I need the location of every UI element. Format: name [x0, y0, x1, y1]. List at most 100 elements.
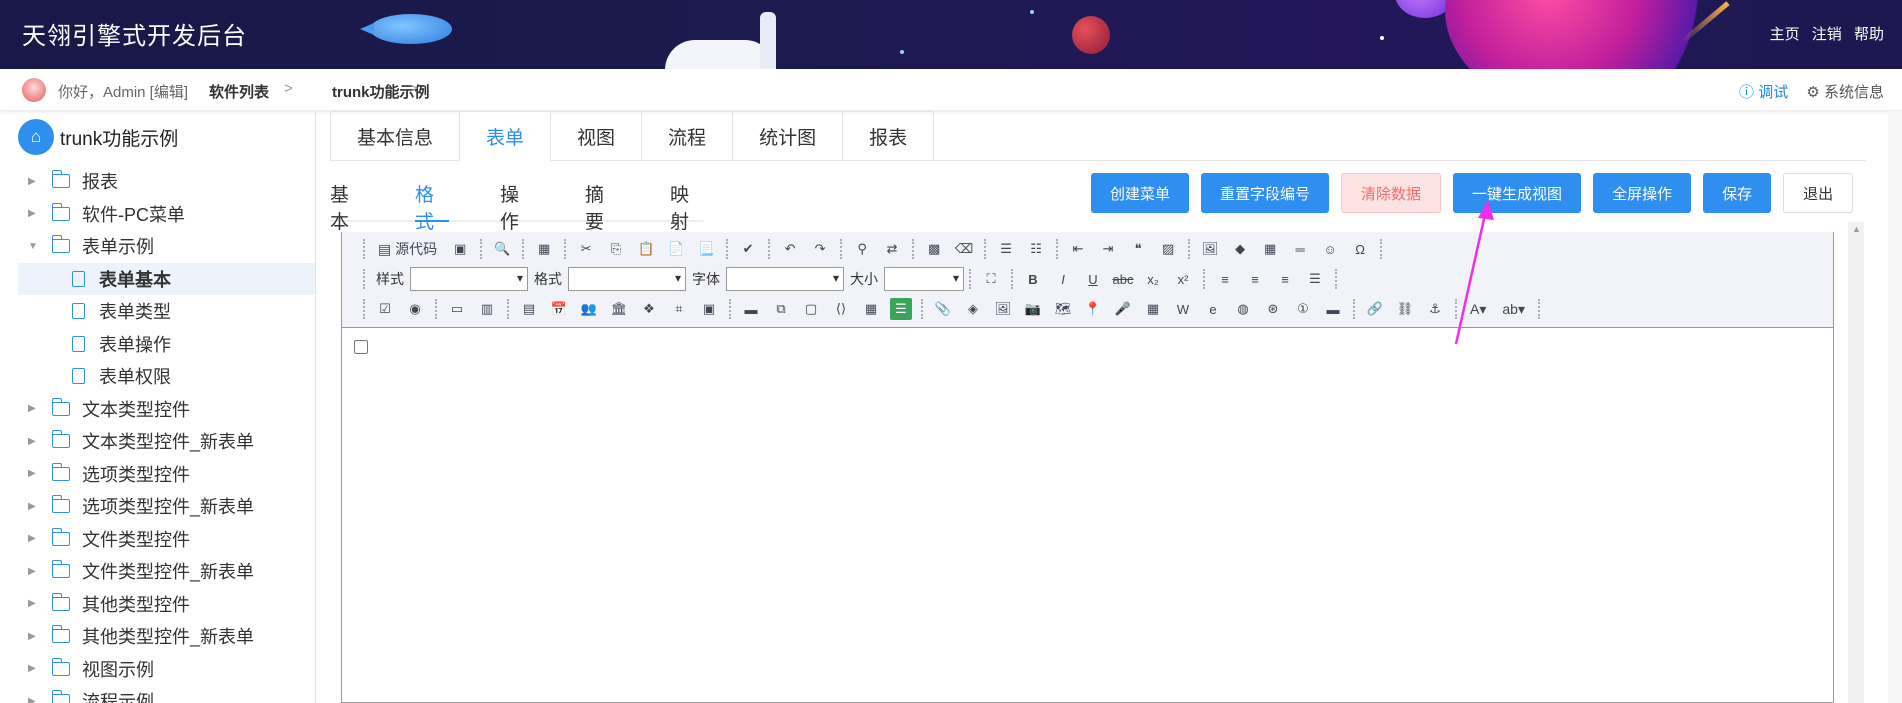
checkbox-placeholder[interactable] [354, 340, 368, 354]
replace-icon[interactable]: ⇄ [881, 238, 903, 260]
subtab-mapping[interactable]: 映射 [670, 176, 704, 233]
caret-right-icon[interactable]: ▶ [28, 598, 40, 609]
indent-icon[interactable]: ⇥ [1097, 238, 1119, 260]
caret-right-icon[interactable]: ▶ [28, 176, 40, 187]
caret-right-icon[interactable]: ▶ [28, 533, 40, 544]
counter-icon[interactable]: ① [1292, 298, 1314, 320]
redo-icon[interactable]: ↷ [809, 238, 831, 260]
superscript-button[interactable]: x² [1172, 268, 1194, 290]
user-greeting[interactable]: 你好，Admin [编辑] [58, 81, 188, 102]
div-container-icon[interactable]: ▨ [1157, 238, 1179, 260]
avatar[interactable] [22, 78, 46, 102]
caret-right-icon[interactable]: ▶ [28, 566, 40, 577]
home-link[interactable]: 主页 [1770, 26, 1800, 43]
outdent-icon[interactable]: ⇤ [1067, 238, 1089, 260]
subtab-basic[interactable]: 基本 [330, 176, 364, 233]
smiley-icon[interactable]: ☺ [1319, 238, 1341, 260]
align-right-icon[interactable]: ≡ [1274, 268, 1296, 290]
unlink-icon[interactable]: ⛓ [1394, 298, 1416, 320]
user-control-icon[interactable]: 👥 [578, 298, 600, 320]
exit-button[interactable]: 退出 [1783, 173, 1854, 213]
input-control-icon[interactable]: ▬ [740, 298, 762, 320]
source-code-button[interactable]: ▤ 源代码 [374, 238, 441, 260]
find-icon[interactable]: ⚲ [851, 238, 873, 260]
select-control-icon[interactable]: ▤ [518, 298, 540, 320]
paste-icon[interactable]: 📋 [635, 238, 657, 260]
tree-item-folder[interactable]: ▶ 流程示例 [18, 685, 315, 703]
bullet-list-icon[interactable]: ☷ [1025, 238, 1047, 260]
copy-icon[interactable]: ⎘ [605, 238, 627, 260]
dialog-control-icon[interactable]: ▣ [698, 298, 720, 320]
textarea-control-icon[interactable]: ▥ [476, 298, 498, 320]
qrcode-icon[interactable]: ▦ [1142, 298, 1164, 320]
tree-item-folder[interactable]: ▶ 文本类型控件 [18, 393, 315, 425]
image-icon[interactable]: 🖼 [1199, 238, 1221, 260]
link-icon[interactable]: 🔗 [1364, 298, 1386, 320]
subtab-summary[interactable]: 摘要 [585, 176, 619, 233]
tree-item-folder[interactable]: ▶ 报表 [18, 165, 315, 197]
editor-scrollbar[interactable] [1848, 222, 1864, 703]
maximize-icon[interactable]: ⛶ [980, 268, 1002, 290]
spellcheck-icon[interactable]: ✔ [737, 238, 759, 260]
system-info-link[interactable]: ⚙ 系统信息 [1806, 84, 1884, 101]
tab-form[interactable]: 表单 [459, 111, 552, 161]
table-icon[interactable]: ▦ [1259, 238, 1281, 260]
caret-down-icon[interactable]: ▼ [28, 241, 40, 252]
caret-right-icon[interactable]: ▶ [28, 696, 40, 703]
font-select[interactable] [726, 267, 844, 291]
size-select[interactable] [884, 267, 964, 291]
tree-item-folder[interactable]: ▶ 软件-PC菜单 [18, 198, 315, 230]
editor-canvas[interactable] [342, 328, 1833, 701]
camera-icon[interactable]: 📷 [1022, 298, 1044, 320]
special-char-icon[interactable]: Ω [1349, 238, 1371, 260]
caret-right-icon[interactable]: ▶ [28, 631, 40, 642]
fullscreen-button[interactable]: 全屏操作 [1593, 173, 1692, 213]
divider-icon[interactable]: ▬ [1322, 298, 1344, 320]
flash-icon[interactable]: ◆ [1229, 238, 1251, 260]
tree-item-folder[interactable]: ▶ 文本类型控件_新表单 [18, 425, 315, 457]
tree-item-form[interactable]: 表单操作 [18, 328, 315, 360]
debug-link[interactable]: ⓘ 调试 [1739, 84, 1788, 101]
subtab-format[interactable]: 格式 [415, 176, 449, 233]
tree-item-folder[interactable]: ▶ 视图示例 [18, 653, 315, 685]
document-icon[interactable]: ▦ [533, 238, 555, 260]
logout-link[interactable]: 注销 [1812, 26, 1842, 43]
date-control-icon[interactable]: 📅 [548, 298, 570, 320]
word-icon[interactable]: W [1172, 298, 1194, 320]
paste-text-icon[interactable]: 📄 [665, 238, 687, 260]
select-all-icon[interactable]: ▩ [923, 238, 945, 260]
tree-item-folder[interactable]: ▼ 表单示例 [18, 230, 315, 262]
format-select[interactable] [568, 267, 686, 291]
tree-item-form[interactable]: 表单类型 [18, 295, 315, 327]
calc-control-icon[interactable]: ▦ [860, 298, 882, 320]
subtab-operation[interactable]: 操作 [500, 176, 534, 233]
eraser-icon[interactable]: ⌫ [953, 238, 975, 260]
blockquote-icon[interactable]: ❝ [1127, 238, 1149, 260]
location-icon[interactable]: 📍 [1082, 298, 1104, 320]
strikethrough-button[interactable]: abc [1112, 268, 1134, 290]
templates-icon[interactable]: ▣ [449, 238, 471, 260]
checkbox-control-icon[interactable]: ☑ [374, 298, 396, 320]
preview-icon[interactable]: 🔍 [491, 238, 513, 260]
tab-chart[interactable]: 统计图 [732, 111, 844, 161]
caret-right-icon[interactable]: ▶ [28, 403, 40, 414]
horizontal-rule-icon[interactable]: ═ [1289, 238, 1311, 260]
bold-button[interactable]: B [1022, 268, 1044, 290]
subscript-button[interactable]: x₂ [1142, 268, 1164, 290]
tree-item-folder[interactable]: ▶ 选项类型控件 [18, 458, 315, 490]
align-left-icon[interactable]: ≡ [1214, 268, 1236, 290]
microphone-icon[interactable]: 🎤 [1112, 298, 1134, 320]
tab-report[interactable]: 报表 [842, 111, 935, 161]
form-control-icon[interactable]: ▢ [800, 298, 822, 320]
map-icon[interactable]: 🗺 [1052, 298, 1074, 320]
tree-item-folder[interactable]: ▶ 文件类型控件_新表单 [18, 555, 315, 587]
caret-right-icon[interactable]: ▶ [28, 501, 40, 512]
create-menu-button[interactable]: 创建菜单 [1091, 173, 1190, 213]
tab-basic-info[interactable]: 基本信息 [330, 111, 461, 161]
tree-item-folder[interactable]: ▶ 文件类型控件 [18, 523, 315, 555]
tree-item-form[interactable]: 表单基本 [18, 262, 315, 295]
save-button[interactable]: 保存 [1703, 173, 1772, 213]
attachment-icon[interactable]: 📎 [932, 298, 954, 320]
tab-flow[interactable]: 流程 [641, 111, 734, 161]
color-wheel-icon[interactable]: ◍ [1232, 298, 1254, 320]
